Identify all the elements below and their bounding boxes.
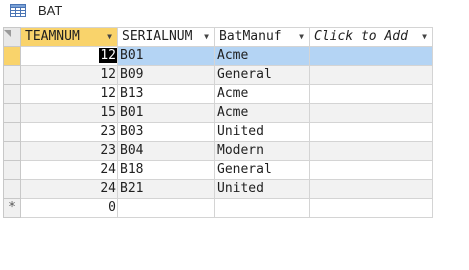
table-row[interactable]: 12 B13 Acme (3, 84, 433, 104)
datasheet: TEAMNUM ▼ SERIALNUM ▼ BatManuf ▼ Click t… (0, 27, 469, 270)
teamnum-default-value: 0 (108, 200, 116, 215)
batmanuf-cell[interactable]: Acme (214, 84, 310, 104)
table-row[interactable]: 24 B18 General (3, 160, 433, 180)
batmanuf-cell[interactable]: Acme (214, 46, 310, 66)
teamnum-value: 12 (99, 48, 117, 63)
dropdown-arrow-icon[interactable]: ▼ (299, 29, 304, 46)
table-row[interactable]: 24 B21 United (3, 179, 433, 199)
teamnum-cell[interactable]: 15 (20, 103, 118, 123)
teamnum-cell[interactable]: 12 (20, 46, 118, 66)
table-row[interactable]: 23 B04 Modern (3, 141, 433, 161)
column-header-serialnum[interactable]: SERIALNUM ▼ (117, 27, 215, 47)
table-row[interactable]: 12 B09 General (3, 65, 433, 85)
teamnum-cell[interactable]: 0 (20, 198, 118, 218)
column-header-label: SERIALNUM (122, 29, 193, 44)
table-row[interactable]: 15 B01 Acme (3, 103, 433, 123)
serialnum-cell[interactable]: B18 (117, 160, 215, 180)
teamnum-cell[interactable]: 12 (20, 65, 118, 85)
empty-cell[interactable] (309, 198, 433, 218)
datasheet-grid: TEAMNUM ▼ SERIALNUM ▼ BatManuf ▼ Click t… (3, 27, 433, 218)
new-record-marker[interactable]: * (3, 198, 21, 218)
empty-cell[interactable] (309, 65, 433, 85)
serialnum-cell[interactable]: B13 (117, 84, 215, 104)
serialnum-cell[interactable]: B01 (117, 46, 215, 66)
batmanuf-cell[interactable]: United (214, 122, 310, 142)
serialnum-cell[interactable]: B03 (117, 122, 215, 142)
serialnum-cell[interactable]: B01 (117, 103, 215, 123)
teamnum-cell[interactable]: 23 (20, 122, 118, 142)
table-icon (10, 4, 26, 17)
dropdown-arrow-icon[interactable]: ▼ (204, 29, 209, 46)
row-selector[interactable] (3, 141, 21, 161)
batmanuf-cell[interactable]: Modern (214, 141, 310, 161)
empty-cell[interactable] (309, 141, 433, 161)
header-row: TEAMNUM ▼ SERIALNUM ▼ BatManuf ▼ Click t… (3, 27, 433, 47)
empty-cell[interactable] (309, 122, 433, 142)
row-selector[interactable] (3, 103, 21, 123)
column-header-click-to-add[interactable]: Click to Add ▼ (309, 27, 433, 47)
teamnum-cell[interactable]: 24 (20, 179, 118, 199)
teamnum-value: 24 (100, 181, 116, 196)
batmanuf-cell[interactable]: Acme (214, 103, 310, 123)
row-selector[interactable] (3, 122, 21, 142)
column-header-label: Click to Add (314, 29, 408, 44)
teamnum-cell[interactable]: 23 (20, 141, 118, 161)
table-row[interactable]: 12 B01 Acme (3, 46, 433, 66)
empty-cell[interactable] (309, 46, 433, 66)
serialnum-cell[interactable]: B09 (117, 65, 215, 85)
row-selector[interactable] (3, 65, 21, 85)
tab-title: BAT (38, 3, 63, 18)
new-record-row[interactable]: * 0 (3, 198, 433, 218)
batmanuf-cell[interactable] (214, 198, 310, 218)
row-selector[interactable] (3, 179, 21, 199)
row-selector[interactable] (3, 46, 21, 66)
empty-cell[interactable] (309, 179, 433, 199)
column-header-label: BatManuf (219, 29, 282, 44)
select-all-icon (4, 30, 11, 37)
serialnum-cell[interactable]: B04 (117, 141, 215, 161)
column-header-batmanuf[interactable]: BatManuf ▼ (214, 27, 310, 47)
table-row[interactable]: 23 B03 United (3, 122, 433, 142)
teamnum-value: 12 (100, 86, 116, 101)
row-selector[interactable] (3, 160, 21, 180)
empty-cell[interactable] (309, 160, 433, 180)
column-header-teamnum[interactable]: TEAMNUM ▼ (20, 27, 118, 47)
dropdown-arrow-icon[interactable]: ▼ (107, 29, 112, 46)
select-all-button[interactable] (3, 27, 21, 47)
teamnum-cell[interactable]: 12 (20, 84, 118, 104)
serialnum-cell[interactable]: B21 (117, 179, 215, 199)
column-header-label: TEAMNUM (25, 29, 80, 44)
teamnum-value: 15 (100, 105, 116, 120)
teamnum-value: 23 (100, 143, 116, 158)
teamnum-value: 24 (100, 162, 116, 177)
batmanuf-cell[interactable]: General (214, 160, 310, 180)
object-tab[interactable]: BAT (0, 0, 469, 22)
serialnum-cell[interactable] (117, 198, 215, 218)
empty-cell[interactable] (309, 84, 433, 104)
teamnum-value: 12 (100, 67, 116, 82)
empty-cell[interactable] (309, 103, 433, 123)
teamnum-cell[interactable]: 24 (20, 160, 118, 180)
teamnum-value: 23 (100, 124, 116, 139)
batmanuf-cell[interactable]: United (214, 179, 310, 199)
dropdown-arrow-icon[interactable]: ▼ (422, 29, 427, 46)
batmanuf-cell[interactable]: General (214, 65, 310, 85)
row-selector[interactable] (3, 84, 21, 104)
